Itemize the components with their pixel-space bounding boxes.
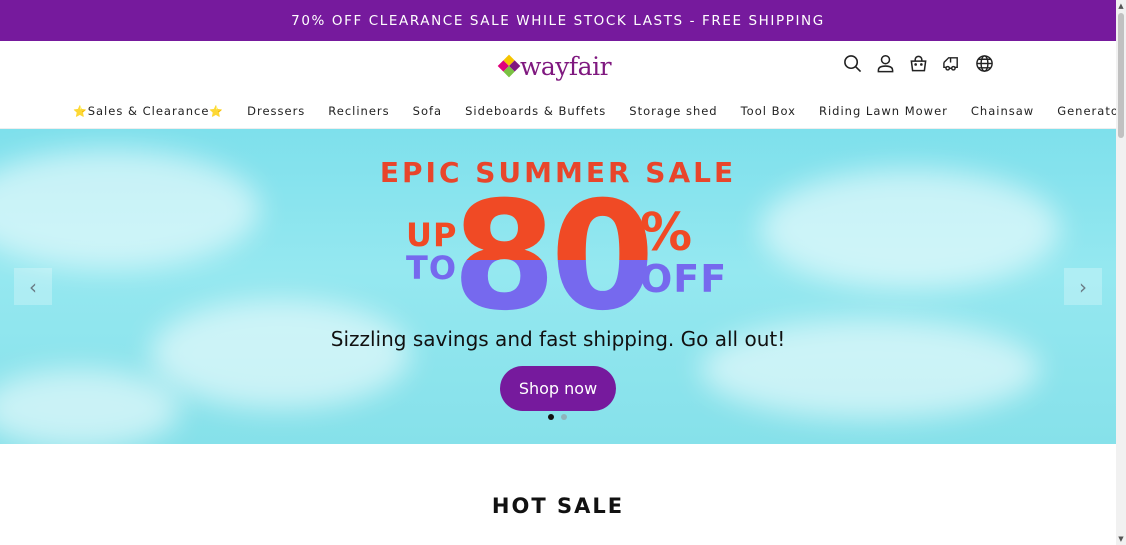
- nav-item-label: Sales & Clearance: [87, 104, 210, 118]
- hero-to: TO: [406, 249, 458, 287]
- brand-logo[interactable]: wayfair: [497, 50, 612, 82]
- cloud-decoration: [150, 299, 410, 409]
- globe-icon[interactable]: [975, 54, 994, 73]
- header-actions: [843, 54, 994, 73]
- nav-item-recliners[interactable]: Recliners: [328, 104, 389, 118]
- announcement-bar[interactable]: 70% OFF CLEARANCE SALE WHILE STOCK LASTS…: [0, 0, 1116, 41]
- search-icon[interactable]: [843, 54, 862, 73]
- star-icon: ⭐: [209, 104, 225, 118]
- announcement-text: 70% OFF CLEARANCE SALE WHILE STOCK LASTS…: [291, 12, 825, 29]
- nav-item-sofa[interactable]: Sofa: [413, 104, 442, 118]
- nav-item-riding-lawn-mower[interactable]: Riding Lawn Mower: [819, 104, 948, 118]
- vertical-scrollbar[interactable]: ▲ ▼: [1116, 0, 1126, 545]
- nav-item-sideboards-buffets[interactable]: Sideboards & Buffets: [465, 104, 606, 118]
- scrollbar-thumb[interactable]: [1118, 13, 1124, 138]
- cloud-decoration: [0, 369, 180, 444]
- carousel-prev-button[interactable]: ‹: [14, 268, 52, 305]
- carousel-dot-2[interactable]: [561, 414, 567, 420]
- hero-off: OFF: [640, 257, 728, 301]
- nav-item-dressers[interactable]: Dressers: [247, 104, 305, 118]
- hero-up-to: UP TO: [406, 219, 457, 285]
- nav-item-tool-box[interactable]: Tool Box: [741, 104, 796, 118]
- main-nav: ⭐ Sales & Clearance ⭐ Dressers Recliners S…: [73, 103, 1116, 119]
- account-icon[interactable]: [876, 54, 895, 73]
- shop-now-button[interactable]: Shop now: [500, 366, 616, 411]
- hero-carousel[interactable]: EPIC SUMMER SALE UP TO 80 % OFF Sizzling…: [0, 129, 1116, 444]
- chevron-left-icon: ‹: [29, 274, 37, 299]
- hero-discount-number: 80: [452, 170, 655, 344]
- brand-name: wayfair: [520, 51, 612, 81]
- hero-percent: %: [640, 203, 693, 263]
- section-title-hot-sale: HOT SALE: [491, 494, 625, 518]
- star-icon: ⭐: [73, 104, 88, 118]
- scroll-down-icon[interactable]: ▼: [1116, 533, 1126, 545]
- nav-item-sales-clearance[interactable]: ⭐ Sales & Clearance ⭐: [73, 104, 224, 118]
- track-order-icon[interactable]: [942, 54, 961, 73]
- hero-subtitle: Sizzling savings and fast shipping. Go a…: [330, 327, 786, 351]
- chevron-right-icon: ›: [1079, 274, 1087, 299]
- nav-item-storage-shed[interactable]: Storage shed: [629, 104, 717, 118]
- carousel-dot-1[interactable]: [548, 414, 554, 420]
- carousel-dots: [548, 414, 567, 420]
- nav-item-generators[interactable]: Generators: [1057, 104, 1116, 118]
- carousel-next-button[interactable]: ›: [1064, 268, 1102, 305]
- cart-icon[interactable]: [909, 54, 928, 73]
- logo-mark-icon: [497, 54, 521, 78]
- scroll-up-icon[interactable]: ▲: [1116, 0, 1126, 12]
- nav-item-chainsaw[interactable]: Chainsaw: [971, 104, 1034, 118]
- page: 70% OFF CLEARANCE SALE WHILE STOCK LASTS…: [0, 0, 1116, 545]
